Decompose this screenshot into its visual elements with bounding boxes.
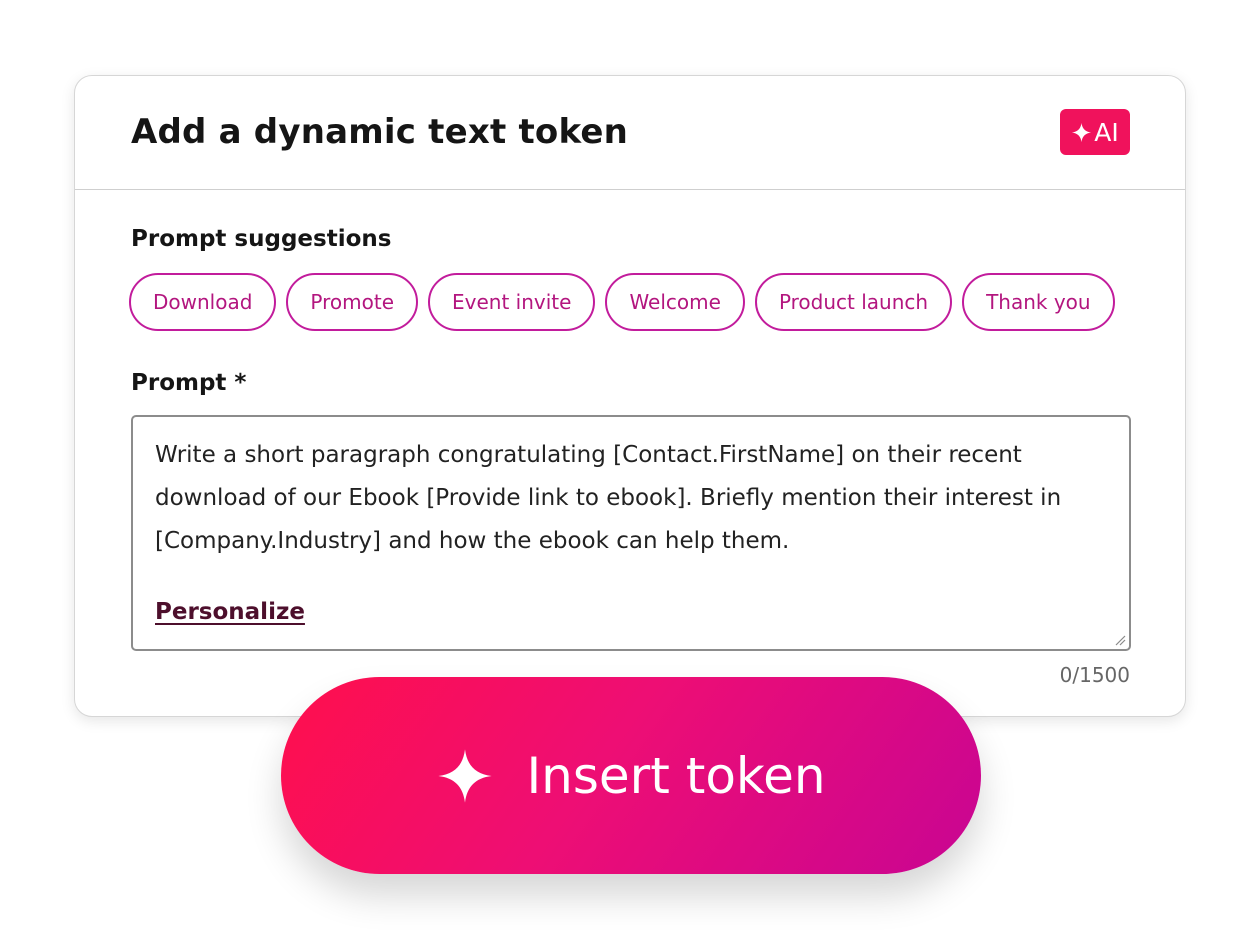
token-dialog: Add a dynamic text token AI Prompt sugge… [74,75,1186,717]
resize-handle-icon[interactable] [1115,635,1126,646]
ai-badge[interactable]: AI [1060,109,1130,155]
sparkle-icon [438,748,493,803]
chip-thank-you[interactable]: Thank you [962,273,1115,331]
prompt-text[interactable]: Write a short paragraph congratulating [… [155,434,1105,563]
suggestions-label: Prompt suggestions [131,226,392,252]
prompt-textarea[interactable]: Write a short paragraph congratulating [… [131,415,1131,651]
prompt-label: Prompt * [131,370,247,396]
insert-token-label: Insert token [526,746,826,805]
ai-badge-label: AI [1094,117,1119,147]
dialog-title: Add a dynamic text token [131,112,629,152]
suggestion-chips: Download Promote Event invite Welcome Pr… [129,273,1115,331]
chip-event-invite[interactable]: Event invite [428,273,596,331]
chip-welcome[interactable]: Welcome [605,273,745,331]
chip-download[interactable]: Download [129,273,277,331]
insert-token-button[interactable]: Insert token [281,677,981,874]
personalize-link[interactable]: Personalize [155,599,305,625]
chip-promote[interactable]: Promote [286,273,419,331]
sparkle-icon [1072,122,1092,142]
chip-product-launch[interactable]: Product launch [754,273,953,331]
dialog-header: Add a dynamic text token AI [75,76,1185,190]
character-counter: 0/1500 [1059,663,1130,687]
